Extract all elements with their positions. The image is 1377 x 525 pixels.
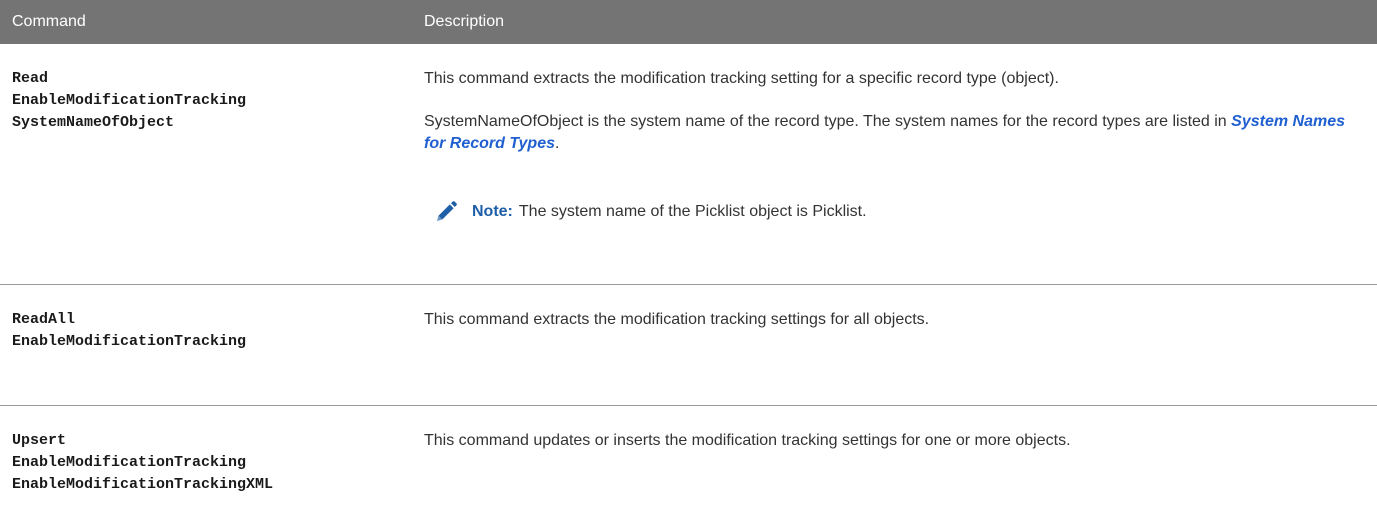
detail-text: SystemNameOfObject is the system name of… bbox=[424, 113, 1232, 130]
table-header: Command Description bbox=[0, 0, 1377, 44]
table-row: Read EnableModificationTracking SystemNa… bbox=[0, 44, 1377, 285]
command-text: ReadAll bbox=[12, 311, 76, 328]
note-box: Note: The system name of the Picklist ob… bbox=[424, 200, 1357, 224]
command-cell: ReadAll EnableModificationTracking bbox=[0, 285, 412, 405]
command-cell: Read EnableModificationTracking SystemNa… bbox=[0, 44, 412, 284]
command-text: EnableModificationTracking bbox=[12, 92, 247, 109]
description-detail: SystemNameOfObject is the system name of… bbox=[424, 111, 1357, 155]
description-cell: This command extracts the modification t… bbox=[412, 44, 1377, 284]
description-cell: This command updates or inserts the modi… bbox=[412, 406, 1377, 525]
table-row: ReadAll EnableModificationTracking This … bbox=[0, 285, 1377, 406]
command-text: Upsert bbox=[12, 432, 67, 449]
command-table: Command Description Read EnableModificat… bbox=[0, 0, 1377, 525]
command-text: Read bbox=[12, 70, 49, 87]
description-text: This command extracts the modification t… bbox=[424, 70, 1059, 87]
command-text: EnableModificationTracking bbox=[12, 454, 247, 471]
description-text: This command extracts the modification t… bbox=[424, 311, 930, 328]
detail-text-end: . bbox=[555, 135, 560, 152]
note-label: Note: bbox=[472, 203, 513, 220]
command-text: EnableModificationTrackingXML bbox=[12, 476, 274, 493]
note-text: The system name of the Picklist object i… bbox=[518, 203, 867, 220]
description-cell: This command extracts the modification t… bbox=[412, 285, 1377, 405]
header-command: Command bbox=[12, 13, 86, 30]
table-row: Upsert EnableModificationTracking Enable… bbox=[0, 406, 1377, 525]
command-cell: Upsert EnableModificationTracking Enable… bbox=[0, 406, 412, 525]
pencil-icon bbox=[437, 201, 457, 221]
header-description: Description bbox=[424, 13, 505, 30]
description-text: This command updates or inserts the modi… bbox=[424, 432, 1071, 449]
command-text: EnableModificationTracking bbox=[12, 333, 247, 350]
command-text: SystemNameOfObject bbox=[12, 114, 175, 131]
